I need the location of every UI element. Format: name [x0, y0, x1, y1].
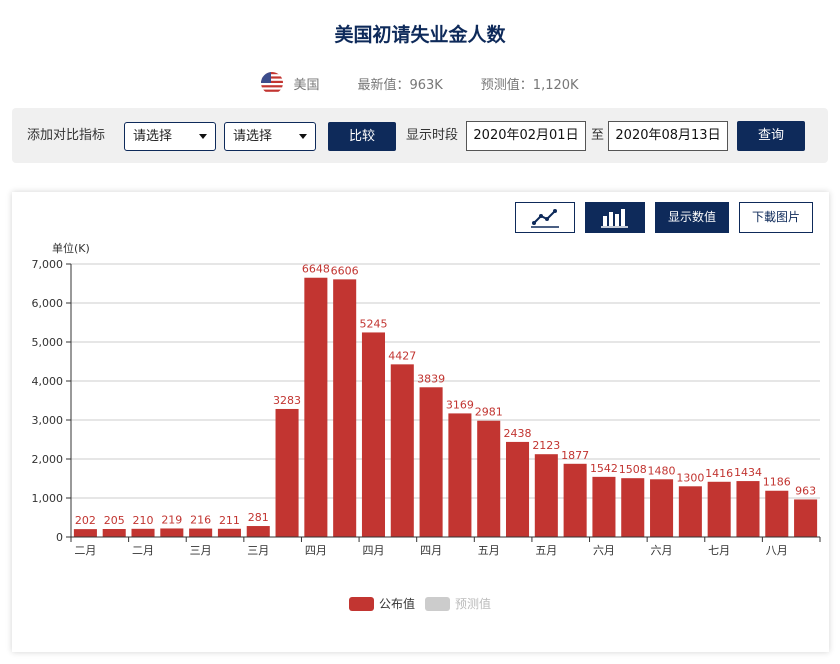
us-flag-icon	[261, 72, 284, 94]
forecast-value: 预测值：1,120K	[480, 77, 579, 93]
download-image-button[interactable]: 下載图片	[739, 202, 813, 233]
latest-value: 最新值：963K	[357, 77, 443, 93]
start-date-input[interactable]: 2020年02月01日	[466, 121, 586, 151]
indicator-meta: 美国 最新值：963K 预测值：1,120K	[0, 71, 840, 95]
chevron-down-icon	[299, 134, 307, 139]
period-label: 显示时段	[406, 128, 459, 143]
to-label: 至	[591, 128, 605, 143]
add-compare-label: 添加对比指标	[27, 128, 106, 143]
bar-chart-icon	[601, 209, 628, 228]
page-title: 美国初请失业金人数	[334, 24, 506, 46]
bar-chart-button[interactable]	[585, 202, 645, 233]
compare-select-1-value: 请选择	[133, 129, 173, 144]
query-button[interactable]: 查询	[737, 121, 805, 151]
compare-button[interactable]: 比较	[328, 122, 396, 151]
chart-panel	[12, 192, 829, 652]
line-chart-icon	[531, 209, 559, 228]
compare-select-2-value: 请选择	[233, 129, 273, 144]
country-name: 美国	[293, 77, 320, 93]
line-chart-button[interactable]	[515, 202, 575, 233]
end-date-input[interactable]: 2020年08月13日	[608, 121, 728, 151]
show-values-button[interactable]: 显示数值	[655, 202, 729, 233]
compare-select-1[interactable]: 请选择	[124, 122, 216, 151]
compare-select-2[interactable]: 请选择	[224, 122, 316, 151]
chevron-down-icon	[199, 134, 207, 139]
